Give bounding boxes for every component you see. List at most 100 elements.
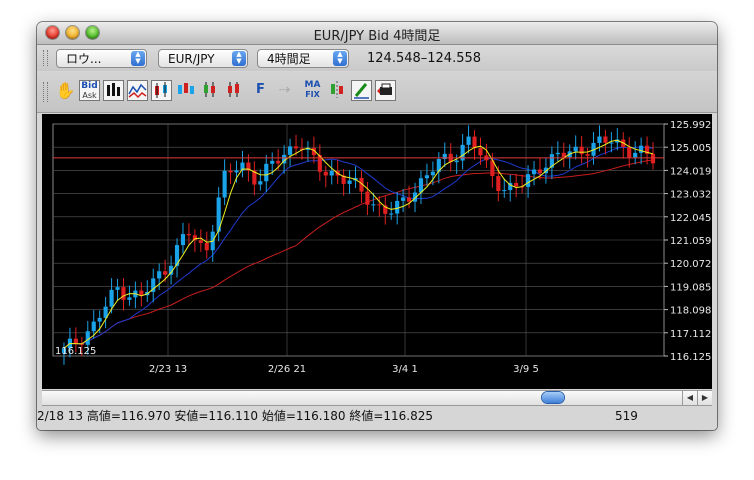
print-icon[interactable] [375,80,396,101]
candle-body [502,190,507,192]
price-quote: 124.548–124.558 [367,51,482,66]
fix-sub-label: FIX [305,90,320,99]
candle-body [537,169,543,174]
candle-body [163,271,168,275]
candle-body [180,234,186,246]
candle-body [121,287,126,300]
candle-body [186,234,192,236]
timeframe-select-value: 4時間足 [267,52,311,66]
candle-body [531,169,537,175]
x-tick-label: 2/26 21 [268,364,306,375]
ask-label: Ask [82,91,97,100]
toolbar-grip[interactable] [43,50,48,66]
y-tick-label: 119.085 [670,282,711,293]
candle-body [287,146,293,155]
candle-type-3-icon[interactable] [199,80,220,101]
scroll-thumb[interactable] [542,392,564,403]
timeframe-select[interactable]: 4時間足 ▲ ▼ [257,49,349,68]
y-tick-label: 122.045 [670,213,711,224]
bid-label: Bid [81,81,98,91]
horizontal-scrollbar[interactable]: ◀ ▶ [42,390,712,406]
pair-select[interactable]: EUR/JPY ▲ ▼ [158,49,248,68]
candle-body [276,160,281,164]
candle-body [127,297,132,300]
candle-body [91,321,96,332]
y-tick-label: 118.098 [670,306,711,317]
candle-body [466,136,471,145]
compare-candles-icon[interactable] [327,80,348,101]
candle-body [157,271,162,279]
ma-label: MA [304,80,321,90]
candle-body [650,153,656,164]
candle-body [97,317,102,322]
candle-body [496,176,501,192]
candle-body [514,182,519,187]
candle-body [639,145,644,153]
candle-body [555,152,560,155]
arrow-disabled-icon: ⇢ [278,82,291,98]
candle-body [377,204,382,206]
updown-arrow-icon: ▲ ▼ [333,51,347,66]
candle-body [579,146,584,155]
chart-area[interactable]: 125.992 125.005 124.019 123.032 122.045 121.0… [42,114,712,389]
fix-label: F [256,82,265,97]
candle-body [109,289,114,307]
drawing-select[interactable]: ロウ... ▲ ▼ [56,49,147,68]
pair-select-value: EUR/JPY [168,52,215,66]
candle-body [73,338,78,344]
scroll-right-icon[interactable]: ▶ [697,391,712,405]
x-tick-label: 3/9 5 [513,364,539,375]
slow-moving-average-line [63,159,654,349]
bar-count: 519 [615,409,638,423]
y-tick-label: 123.032 [670,190,711,201]
line-chart-icon[interactable] [127,80,148,101]
updown-arrow-icon: ▲ ▼ [232,51,246,66]
candle-type-4-icon[interactable] [223,80,244,101]
window-title: EUR/JPY Bid 4時間足 [313,29,441,44]
candle-body [270,160,275,164]
candle-body [597,136,602,143]
price-chart[interactable]: 125.992 125.005 124.019 123.032 122.045 121.0… [42,114,712,389]
x-tick-label: 3/4 1 [392,364,418,375]
app-window: EUR/JPY Bid 4時間足 ロウ... ▲ ▼ EUR/JPY ▲ ▼ 4時間… [37,22,717,430]
candle-body [198,240,203,243]
candle-body [258,181,263,185]
bid-ask-button[interactable]: Bid Ask [79,80,100,101]
candle-body [401,197,406,201]
pencil-icon[interactable] [351,80,372,101]
hand-tool-icon[interactable]: ✋ [55,80,76,101]
candle-body [406,197,412,202]
candle-body [430,171,435,176]
scroll-left-icon[interactable]: ◀ [682,391,697,405]
candle-body [222,170,227,198]
candle-body [389,213,394,215]
drawing-select-value: ロウ... [66,52,102,66]
candle-body [371,204,376,206]
candle-body [329,170,334,176]
ohlc-readout: 2/18 13 高値=116.970 安値=116.110 始値=116.180… [37,409,434,423]
candle-chart-icon[interactable] [151,80,172,101]
candle-body [472,136,477,149]
candle-body [627,147,632,158]
palette-grip[interactable] [43,82,48,102]
candle-body [603,136,608,143]
ma-fix-button[interactable]: MA FIX [302,80,323,101]
status-bar: 2/18 13 高値=116.970 安値=116.110 始値=116.180… [37,406,717,428]
candle-body [585,154,590,156]
x-tick-label: 2/23 13 [149,364,187,375]
bar-chart-icon[interactable] [103,80,124,101]
candle-body [395,200,400,214]
candle-body [424,175,430,179]
candle-body [234,170,239,173]
candle-type-2-icon[interactable] [175,80,196,101]
title-bar[interactable]: EUR/JPY Bid 4時間足 [37,22,717,45]
candle-body [609,142,614,144]
fast-moving-average-line [63,139,654,349]
fix-button[interactable]: F [250,80,271,101]
y-tick-label: 125.992 [670,120,711,131]
candle-body [323,171,328,176]
candle-body [115,287,120,290]
candle-body [478,148,483,156]
y-tick-label: 117.112 [670,329,711,340]
candle-body [139,290,144,296]
